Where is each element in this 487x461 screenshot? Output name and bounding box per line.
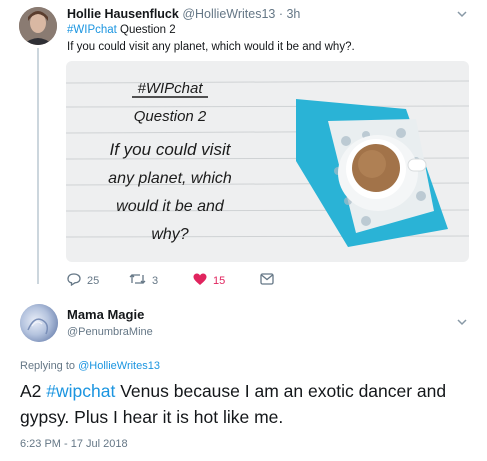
retweet-count: 3: [152, 274, 159, 287]
image-text-line4: any planet, which: [108, 170, 232, 187]
image-text-line2: Question 2: [134, 108, 207, 125]
avatar-mama-magie[interactable]: [20, 304, 58, 342]
tweet2-author-name[interactable]: Mama Magie: [67, 307, 144, 322]
author-handle-time[interactable]: @HollieWrites13 · 3h: [182, 7, 300, 21]
reply-icon: [67, 273, 81, 289]
chevron-down-icon[interactable]: [456, 316, 468, 331]
thread-connector-line: [37, 48, 39, 284]
image-text-line1: #WIPchat: [137, 80, 203, 97]
body-hashtag-link[interactable]: #wipchat: [46, 381, 115, 401]
like-button[interactable]: 15: [193, 273, 225, 289]
tweet1-text-line1: #WIPchat Question 2: [67, 24, 176, 36]
hashtag-link[interactable]: #WIPchat: [67, 24, 117, 36]
retweet-icon: [129, 273, 146, 288]
tweet1-text-line2: If you could visit any planet, which wou…: [67, 41, 355, 53]
chevron-down-icon[interactable]: [456, 8, 468, 23]
replying-prefix: Replying to: [20, 360, 79, 372]
replying-handle-link[interactable]: @HollieWrites13: [78, 360, 160, 372]
tweet1-author[interactable]: Hollie Hausenfluck @HollieWrites13 · 3h: [67, 7, 300, 21]
tweet2-author-handle[interactable]: @PenumbraMine: [67, 326, 153, 338]
reply-count: 25: [87, 275, 100, 287]
retweet-button[interactable]: 3: [129, 273, 158, 288]
tweet1-text-part: Question 2: [116, 24, 176, 36]
tweet1-image[interactable]: #WIPchat Question 2 If you could visit a…: [66, 61, 469, 262]
replying-to: Replying to @HollieWrites13: [20, 360, 160, 372]
tweet2-body: A2 #wipchat Venus because I am an exotic…: [20, 378, 480, 430]
direct-message-icon: [260, 273, 274, 288]
image-text-line6: why?: [151, 226, 188, 243]
avatar-hollie[interactable]: [19, 7, 57, 45]
like-count: 15: [213, 275, 226, 287]
heart-icon: [193, 273, 207, 289]
reply-button[interactable]: 25: [67, 273, 99, 289]
body-prefix: A2: [20, 381, 47, 401]
tweet2-timestamp[interactable]: 6:23 PM - 17 Jul 2018: [20, 438, 128, 450]
image-text-line3: If you could visit: [110, 140, 232, 159]
author-name[interactable]: Hollie Hausenfluck: [67, 7, 179, 21]
image-text-line5: would it be and: [116, 198, 225, 215]
direct-message-button[interactable]: [260, 273, 274, 288]
